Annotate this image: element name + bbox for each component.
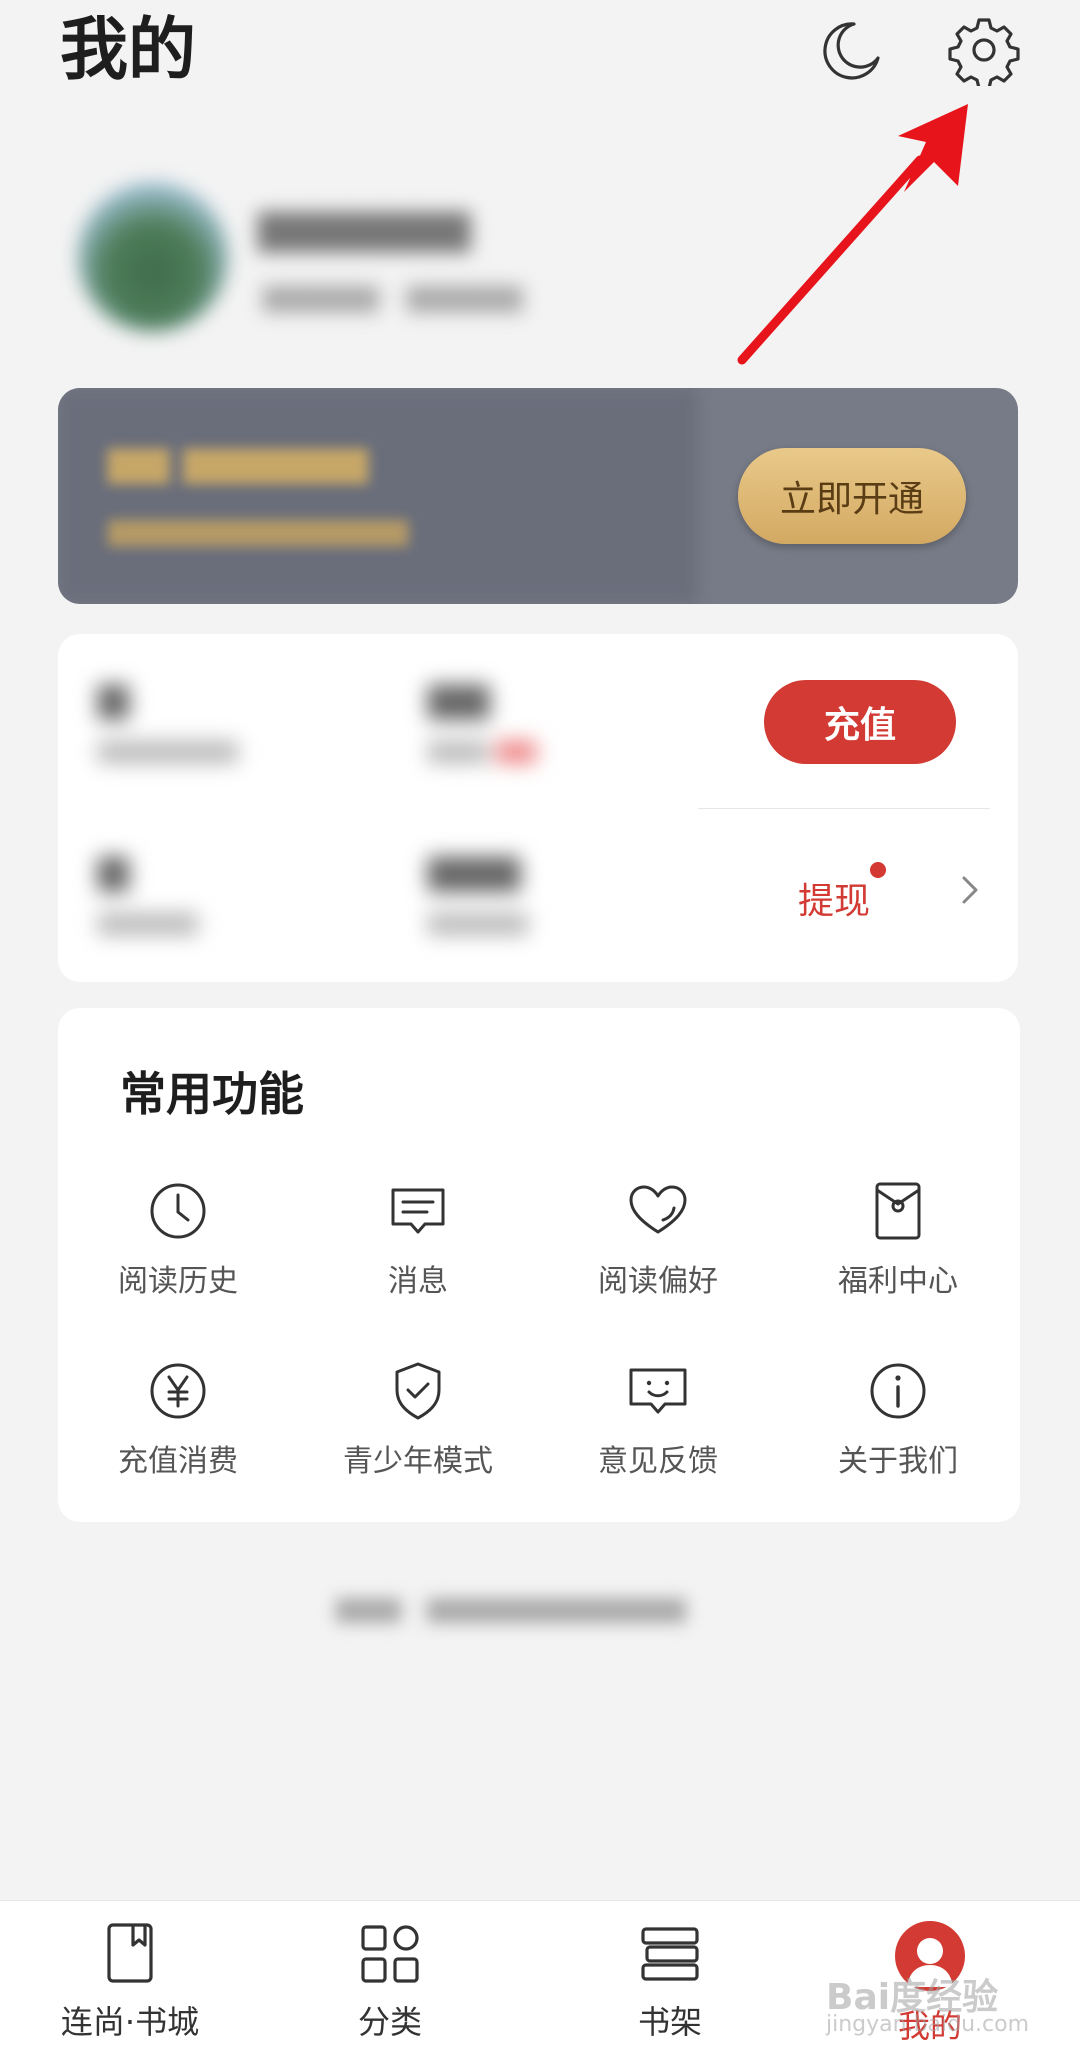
- withdraw-link[interactable]: 提现: [798, 872, 870, 924]
- yuan-icon: [150, 1363, 206, 1419]
- heart-icon: [629, 1185, 687, 1234]
- vip-desc-blurred: ▆▆▆▆▆▆▆▆▆▆▆▆▆: [108, 512, 408, 547]
- nav-label: 分类: [357, 2003, 422, 2041]
- func-reading-preference[interactable]: 阅读偏好: [538, 1180, 778, 1300]
- chevron-right-icon[interactable]: [958, 870, 982, 910]
- red-envelope-icon: [875, 1182, 921, 1240]
- clock-icon: [150, 1183, 206, 1239]
- func-label: 青少年模式: [343, 1444, 493, 1479]
- bookshelf-icon: [641, 1927, 699, 1981]
- func-label: 消息: [388, 1264, 448, 1299]
- func-label: 充值消费: [118, 1444, 238, 1479]
- func-label: 关于我们: [838, 1444, 958, 1479]
- section-title: 常用功能: [120, 1067, 304, 1121]
- vip-info-blurred: [58, 388, 698, 604]
- func-label: 阅读历史: [118, 1264, 238, 1299]
- message-icon: [391, 1188, 445, 1234]
- func-messages[interactable]: 消息: [298, 1180, 538, 1300]
- nav-category[interactable]: 分类: [290, 1921, 490, 2043]
- annotation-arrow: [737, 104, 968, 365]
- vip-open-button[interactable]: 立即开通: [738, 448, 966, 544]
- common-functions-card: 常用功能 阅读历史 消息 阅读偏好 福利中心 充值消费 青少年模式 意见反馈 关…: [58, 1008, 1020, 1522]
- feedback-icon: [629, 1368, 687, 1414]
- vip-title-blurred: ▆▆ ▆▆▆▆▆▆: [108, 438, 369, 484]
- page-title: 我的: [60, 11, 197, 90]
- profile-section[interactable]: ▆▆▆▆▆▆ ▆▆▆▆▆ · ▆▆▆▆▆: [58, 168, 698, 358]
- func-welfare-center[interactable]: 福利中心: [778, 1180, 1018, 1300]
- func-label: 福利中心: [838, 1264, 958, 1299]
- nav-label: 书架: [637, 2003, 702, 2041]
- func-feedback[interactable]: 意见反馈: [538, 1360, 778, 1480]
- func-reading-history[interactable]: 阅读历史: [58, 1180, 298, 1300]
- footer-info-blurred: ▆▆▆ · ▆▆▆▆▆▆▆▆▆▆▆▆: [336, 1590, 686, 1623]
- recharge-button[interactable]: 充值: [764, 680, 956, 764]
- gear-icon[interactable]: [948, 14, 1020, 90]
- watermark-url: jingyan.baidu.com: [826, 2012, 1030, 2037]
- withdraw-notification-dot: [870, 862, 886, 878]
- nav-label: 连尚·书城: [60, 2003, 200, 2041]
- func-teen-mode[interactable]: 青少年模式: [298, 1360, 538, 1480]
- nav-bookshelf[interactable]: 书架: [570, 1921, 770, 2043]
- username-blurred: ▆▆▆▆▆▆: [258, 198, 471, 252]
- wallet-info-blurred: ▆ ▆▆▆▆▆▆▆ ▆▆ ▆▆▆ ▆▆ ▆ ▆▆▆▆▆ ▆▆▆ ▆▆▆▆▆: [98, 674, 537, 936]
- vip-card[interactable]: ▆▆ ▆▆▆▆▆▆ ▆▆▆▆▆▆▆▆▆▆▆▆▆ 立即开通: [58, 388, 1018, 604]
- wallet-divider: [698, 808, 990, 809]
- func-label: 意见反馈: [598, 1444, 718, 1479]
- user-info-blurred: ▆▆▆▆▆ · ▆▆▆▆▆: [263, 278, 523, 313]
- func-recharge-consumption[interactable]: 充值消费: [58, 1360, 298, 1480]
- book-icon: [107, 1923, 153, 1983]
- user-avatar[interactable]: [78, 182, 228, 332]
- func-label: 阅读偏好: [598, 1264, 718, 1299]
- grid-icon: [361, 1925, 419, 1983]
- nav-bookstore[interactable]: 连尚·书城: [30, 1921, 230, 2043]
- wallet-card: ▆ ▆▆▆▆▆▆▆ ▆▆ ▆▆▆ ▆▆ ▆ ▆▆▆▆▆ ▆▆▆ ▆▆▆▆▆ 充值…: [58, 634, 1018, 982]
- func-about-us[interactable]: 关于我们: [778, 1360, 1018, 1480]
- info-icon: [870, 1363, 926, 1419]
- moon-icon[interactable]: [814, 14, 886, 86]
- shield-check-icon: [395, 1362, 441, 1420]
